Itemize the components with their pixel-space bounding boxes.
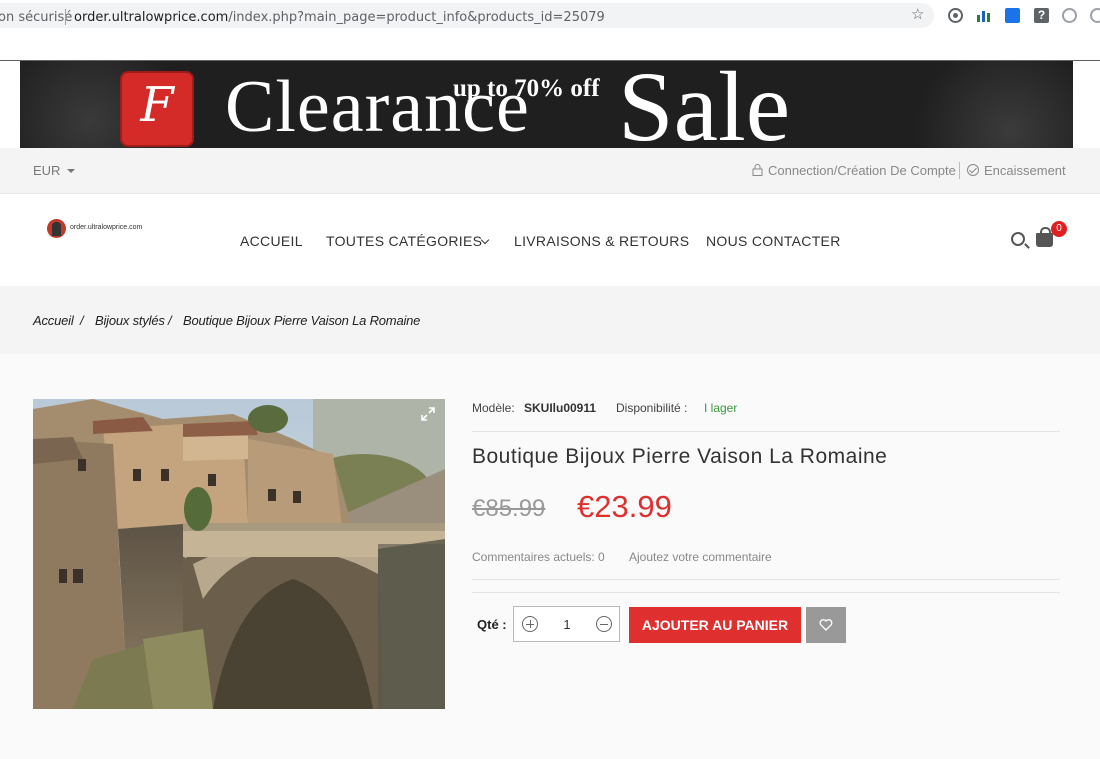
- login-link[interactable]: Connection/Création De Compte: [768, 163, 956, 178]
- extension-chart-icon[interactable]: [976, 8, 991, 23]
- breadcrumb-separator: /: [80, 313, 84, 328]
- breadcrumb-separator: /: [168, 313, 172, 328]
- browser-toolbar: on sécurisé order.ultralowprice.com/inde…: [0, 0, 1100, 32]
- site-logo-icon[interactable]: [47, 219, 66, 238]
- quantity-label: Qté :: [477, 617, 507, 632]
- product-title: Boutique Bijoux Pierre Vaison La Romaine: [472, 445, 888, 468]
- bookmark-star-icon[interactable]: ☆: [911, 5, 924, 23]
- availability-label: Disponibilité :: [616, 401, 688, 415]
- search-icon[interactable]: [1011, 232, 1025, 246]
- heart-icon: [819, 619, 833, 631]
- address-bar[interactable]: on sécurisé order.ultralowprice.com/inde…: [0, 3, 934, 28]
- breadcrumb: Accueil / Bijoux stylés / Boutique Bijou…: [0, 286, 1100, 354]
- cart-count-badge: 0: [1051, 221, 1067, 237]
- extension-help-icon[interactable]: ?: [1034, 8, 1049, 23]
- lock-icon: [752, 164, 763, 176]
- minus-icon[interactable]: [596, 616, 612, 632]
- breadcrumb-current: Boutique Bijoux Pierre Vaison La Romaine: [183, 313, 421, 328]
- security-label[interactable]: on sécurisé: [0, 10, 72, 25]
- banner-decoration-right: [900, 61, 1073, 148]
- breadcrumb-home[interactable]: Accueil: [33, 313, 74, 328]
- nav-all-categories[interactable]: TOUTES CATÉGORIES: [326, 233, 482, 249]
- sale-price: €23.99: [577, 489, 672, 524]
- check-circle-icon: [967, 164, 979, 176]
- extension-translate-icon[interactable]: [1005, 8, 1020, 23]
- banner-logo: F: [120, 71, 194, 147]
- plus-icon[interactable]: [522, 616, 538, 632]
- divider: [472, 431, 1060, 432]
- clearance-banner[interactable]: F Clearance up to 70% off Sale: [20, 61, 1073, 148]
- product-image[interactable]: [33, 399, 445, 709]
- add-to-cart-button[interactable]: AJOUTER AU PANIER: [629, 607, 801, 643]
- breadcrumb-category[interactable]: Bijoux stylés: [95, 313, 165, 328]
- banner-logo-letter: F: [140, 77, 174, 133]
- expand-icon[interactable]: [421, 407, 435, 421]
- extension-circle-icon[interactable]: [948, 8, 963, 23]
- wishlist-button[interactable]: [806, 607, 846, 643]
- nav-home[interactable]: ACCUEIL: [240, 233, 303, 249]
- extension-ring-icon[interactable]: [1062, 8, 1077, 23]
- quantity-stepper: 1: [513, 606, 620, 642]
- shopping-bag-icon[interactable]: [1036, 227, 1053, 247]
- old-price: €85.99: [472, 495, 546, 522]
- banner-promo: up to 70% off: [453, 75, 600, 102]
- review-count: Commentaires actuels: 0: [472, 550, 605, 564]
- utility-bar: EUR Connection/Création De Compte Encais…: [0, 148, 1100, 194]
- nav-shipping-returns[interactable]: LIVRAISONS & RETOURS: [514, 233, 689, 249]
- utility-divider: [959, 162, 960, 179]
- address-separator: [65, 9, 66, 25]
- product-section: Modèle: SKUIlu00911 Disponibilité : I la…: [0, 354, 1100, 759]
- model-value: SKUIlu00911: [524, 401, 597, 415]
- url-text[interactable]: order.ultralowprice.com/index.php?main_p…: [74, 10, 605, 25]
- divider: [472, 579, 1060, 580]
- currency-selector[interactable]: EUR: [33, 163, 60, 178]
- chevron-down-icon[interactable]: [67, 169, 75, 173]
- nav-contact[interactable]: NOUS CONTACTER: [706, 233, 841, 249]
- banner-sale-word: Sale: [618, 61, 791, 148]
- site-header: order.ultralowprice.com ACCUEIL TOUTES C…: [0, 195, 1100, 285]
- divider: [472, 592, 1060, 593]
- site-logo-text[interactable]: order.ultralowprice.com: [70, 224, 142, 231]
- checkout-link[interactable]: Encaissement: [984, 163, 1066, 178]
- quantity-input[interactable]: 1: [554, 617, 580, 632]
- availability-value: I lager: [704, 401, 738, 415]
- extension-ring-icon-2[interactable]: [1090, 8, 1100, 23]
- add-review-link[interactable]: Ajoutez votre commentaire: [629, 550, 772, 564]
- model-label: Modèle:: [472, 401, 515, 415]
